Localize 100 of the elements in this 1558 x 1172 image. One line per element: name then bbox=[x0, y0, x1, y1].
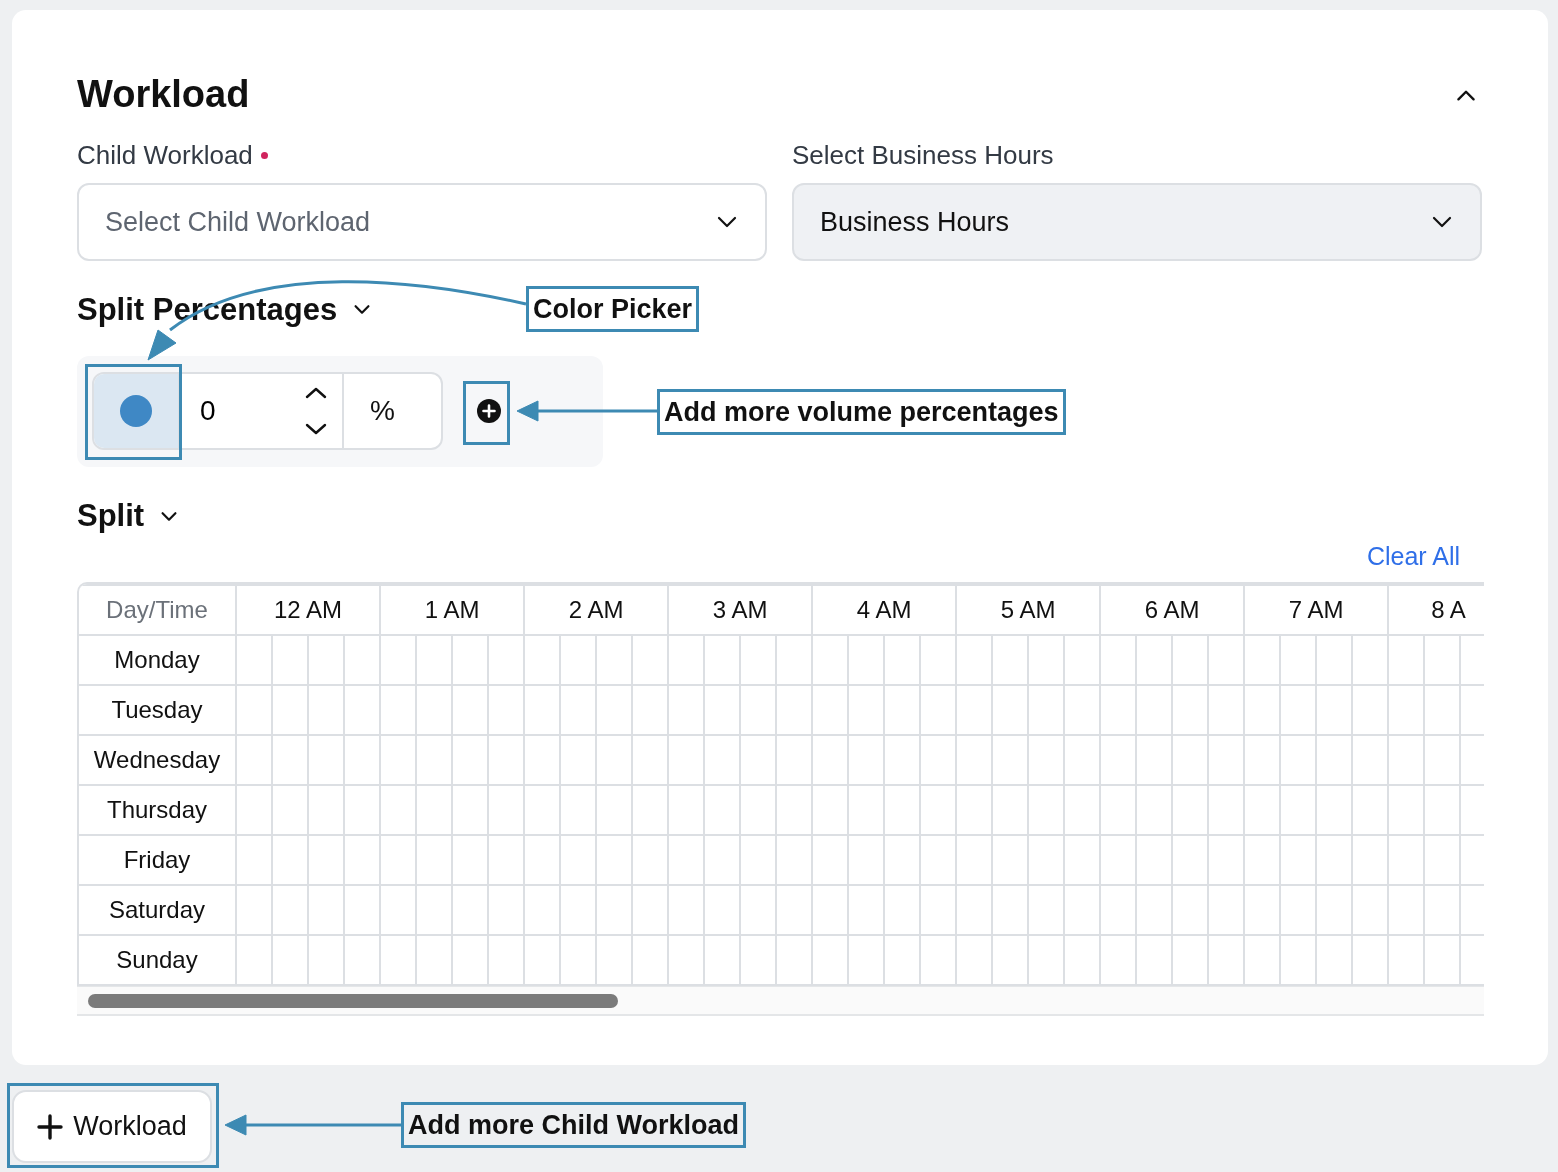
time-slot-cell[interactable] bbox=[1208, 635, 1245, 686]
time-slot-cell[interactable] bbox=[560, 635, 597, 686]
time-slot-cell[interactable] bbox=[1028, 735, 1065, 786]
time-slot-cell[interactable] bbox=[596, 735, 633, 786]
time-slot-cell[interactable] bbox=[452, 685, 489, 736]
time-slot-cell[interactable] bbox=[848, 635, 885, 686]
time-slot-cell[interactable] bbox=[1280, 735, 1317, 786]
time-slot-cell[interactable] bbox=[1280, 685, 1317, 736]
time-slot-cell[interactable] bbox=[704, 635, 741, 686]
time-slot-cell[interactable] bbox=[380, 785, 417, 836]
time-slot-cell[interactable] bbox=[1316, 735, 1353, 786]
time-slot-cell[interactable] bbox=[1244, 735, 1281, 786]
time-slot-cell[interactable] bbox=[272, 635, 308, 686]
time-slot-cell[interactable] bbox=[452, 735, 489, 786]
time-slot-cell[interactable] bbox=[1172, 885, 1209, 936]
time-slot-cell[interactable] bbox=[1064, 685, 1101, 736]
time-slot-cell[interactable] bbox=[884, 835, 921, 886]
time-slot-cell[interactable] bbox=[1424, 835, 1461, 886]
time-slot-cell[interactable] bbox=[1064, 735, 1101, 786]
time-slot-cell[interactable] bbox=[992, 885, 1029, 936]
time-slot-cell[interactable] bbox=[668, 785, 705, 836]
time-slot-cell[interactable] bbox=[1280, 785, 1317, 836]
time-slot-cell[interactable] bbox=[1352, 635, 1389, 686]
time-slot-cell[interactable] bbox=[668, 885, 705, 936]
time-slot-cell[interactable] bbox=[236, 635, 272, 686]
time-slot-cell[interactable] bbox=[488, 685, 525, 736]
time-slot-cell[interactable] bbox=[776, 685, 813, 736]
time-slot-cell[interactable] bbox=[776, 635, 813, 686]
time-slot-cell[interactable] bbox=[344, 735, 381, 786]
time-slot-cell[interactable] bbox=[1136, 685, 1173, 736]
time-slot-cell[interactable] bbox=[1100, 785, 1137, 836]
time-slot-cell[interactable] bbox=[992, 785, 1029, 836]
time-slot-cell[interactable] bbox=[488, 735, 525, 786]
time-slot-cell[interactable] bbox=[596, 835, 633, 886]
time-slot-cell[interactable] bbox=[776, 735, 813, 786]
time-slot-cell[interactable] bbox=[524, 735, 561, 786]
time-slot-cell[interactable] bbox=[1208, 885, 1245, 936]
time-slot-cell[interactable] bbox=[596, 635, 633, 686]
time-slot-cell[interactable] bbox=[632, 785, 669, 836]
time-slot-cell[interactable] bbox=[1208, 735, 1245, 786]
time-slot-cell[interactable] bbox=[488, 835, 525, 886]
time-slot-cell[interactable] bbox=[632, 635, 669, 686]
time-slot-cell[interactable] bbox=[776, 835, 813, 886]
time-slot-cell[interactable] bbox=[488, 635, 525, 686]
time-slot-cell[interactable] bbox=[236, 685, 272, 736]
time-slot-cell[interactable] bbox=[1316, 635, 1353, 686]
time-slot-cell[interactable] bbox=[1100, 635, 1137, 686]
time-slot-cell[interactable] bbox=[1280, 635, 1317, 686]
time-slot-cell[interactable] bbox=[812, 785, 849, 836]
time-slot-cell[interactable] bbox=[1064, 785, 1101, 836]
time-slot-cell[interactable] bbox=[416, 885, 453, 936]
time-slot-cell[interactable] bbox=[1244, 885, 1281, 936]
time-slot-cell[interactable] bbox=[704, 885, 741, 936]
time-slot-cell[interactable] bbox=[740, 635, 777, 686]
time-slot-cell[interactable] bbox=[956, 685, 993, 736]
time-slot-cell[interactable] bbox=[920, 785, 957, 836]
time-slot-cell[interactable] bbox=[1424, 785, 1461, 836]
time-slot-cell[interactable] bbox=[1028, 685, 1065, 736]
time-slot-cell[interactable] bbox=[848, 735, 885, 786]
time-slot-cell[interactable] bbox=[920, 735, 957, 786]
time-slot-cell[interactable] bbox=[1136, 785, 1173, 836]
time-slot-cell[interactable] bbox=[1316, 885, 1353, 936]
color-picker[interactable] bbox=[94, 374, 180, 449]
time-slot-cell[interactable] bbox=[1352, 835, 1389, 886]
time-slot-cell[interactable] bbox=[1280, 885, 1317, 936]
add-workload-button[interactable]: Workload bbox=[12, 1090, 212, 1163]
time-slot-cell[interactable] bbox=[1388, 785, 1425, 836]
time-slot-cell[interactable] bbox=[632, 735, 669, 786]
time-slot-cell[interactable] bbox=[560, 685, 597, 736]
time-slot-cell[interactable] bbox=[380, 835, 417, 886]
time-slot-cell[interactable] bbox=[416, 835, 453, 886]
time-slot-cell[interactable] bbox=[272, 685, 308, 736]
time-slot-cell[interactable] bbox=[1136, 735, 1173, 786]
time-slot-cell[interactable] bbox=[812, 835, 849, 886]
time-slot-cell[interactable] bbox=[380, 735, 417, 786]
time-slot-cell[interactable] bbox=[1028, 885, 1065, 936]
time-slot-cell[interactable] bbox=[560, 785, 597, 836]
time-slot-cell[interactable] bbox=[884, 735, 921, 786]
time-slot-cell[interactable] bbox=[668, 685, 705, 736]
time-slot-cell[interactable] bbox=[668, 735, 705, 786]
time-slot-cell[interactable] bbox=[992, 685, 1029, 736]
time-slot-cell[interactable] bbox=[452, 885, 489, 936]
time-slot-cell[interactable] bbox=[776, 885, 813, 936]
time-slot-cell[interactable] bbox=[1388, 885, 1425, 936]
time-slot-cell[interactable] bbox=[740, 785, 777, 836]
time-slot-cell[interactable] bbox=[1172, 635, 1209, 686]
time-slot-cell[interactable] bbox=[1028, 635, 1065, 686]
time-slot-cell[interactable] bbox=[848, 685, 885, 736]
time-slot-cell[interactable] bbox=[1100, 735, 1137, 786]
time-slot-cell[interactable] bbox=[1208, 685, 1245, 736]
time-slot-cell[interactable] bbox=[956, 885, 993, 936]
time-slot-cell[interactable] bbox=[632, 835, 669, 886]
time-slot-cell[interactable] bbox=[416, 635, 453, 686]
time-slot-cell[interactable] bbox=[488, 785, 525, 836]
time-slot-cell[interactable] bbox=[992, 735, 1029, 786]
time-slot-cell[interactable] bbox=[416, 785, 453, 836]
time-slot-cell[interactable] bbox=[272, 835, 308, 886]
time-slot-cell[interactable] bbox=[596, 785, 633, 836]
time-slot-cell[interactable] bbox=[1352, 735, 1389, 786]
time-slot-cell[interactable] bbox=[668, 835, 705, 886]
